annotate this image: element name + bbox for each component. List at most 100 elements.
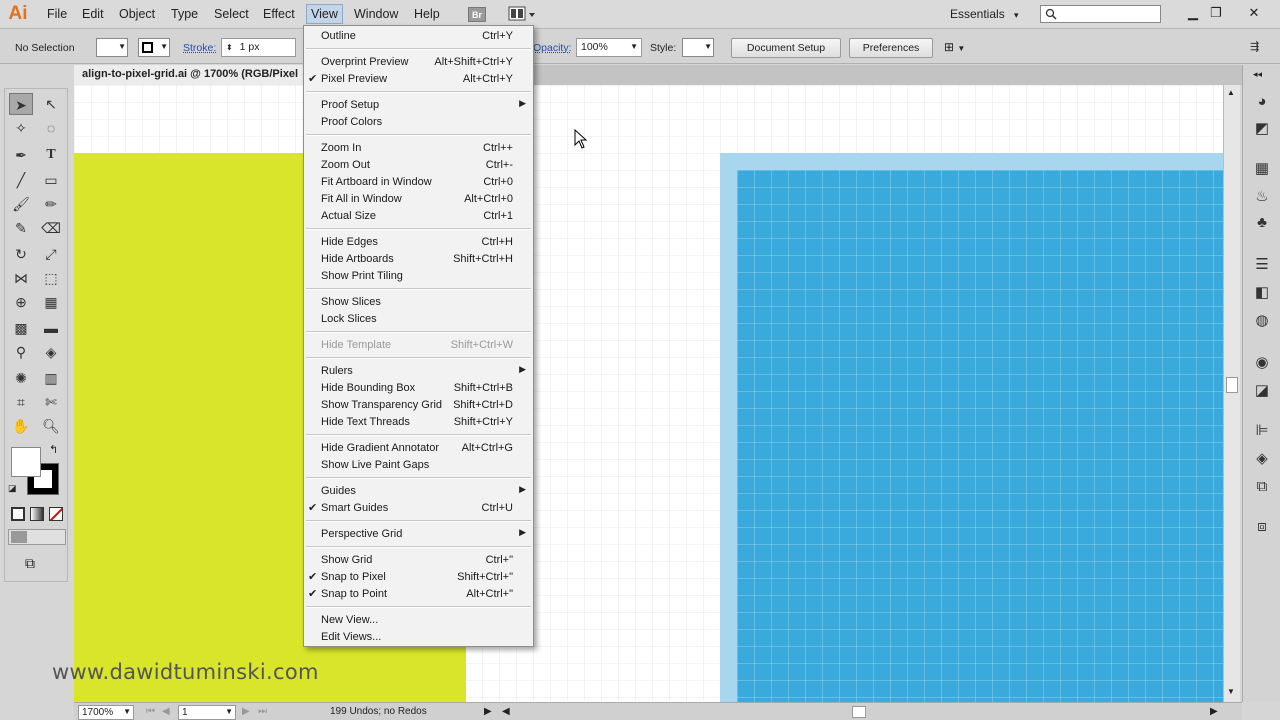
restore-button[interactable]: ❐ <box>1205 3 1227 23</box>
view-menu-item-show-transparency-grid[interactable]: Show Transparency Grid Shift+Ctrl+D <box>304 397 533 414</box>
width-tool-icon[interactable]: ⋈ <box>9 267 33 289</box>
view-menu-item-lock-slices[interactable]: Lock Slices <box>304 311 533 328</box>
stroke-panel-icon[interactable]: ☰ <box>1252 255 1272 275</box>
artboards-panel-icon[interactable]: ⧉ <box>1252 477 1272 497</box>
eraser-tool-icon[interactable]: ⌫ <box>39 217 63 239</box>
preferences-button[interactable]: Preferences <box>849 38 933 58</box>
layers-panel-icon[interactable]: ◈ <box>1252 449 1272 469</box>
symbol-sprayer-tool-icon[interactable]: ✺ <box>9 367 33 389</box>
hand-tool-icon[interactable]: ✋ <box>9 415 33 437</box>
minimize-button[interactable]: ▁ <box>1182 3 1204 23</box>
blob-brush-tool-icon[interactable]: ✎ <box>9 217 33 239</box>
column-graph-tool-icon[interactable]: ▥ <box>39 367 63 389</box>
panel-menu-icon[interactable]: ⇶ <box>1250 40 1259 53</box>
scroll-right-icon[interactable]: ▶ <box>1210 706 1218 717</box>
status-menu-icon[interactable]: ▶ <box>484 706 492 717</box>
view-menu-item-hide-gradient-annotator[interactable]: Hide Gradient Annotator Alt+Ctrl+G <box>304 440 533 457</box>
blue-rectangle-shape[interactable] <box>737 170 1223 702</box>
view-menu-item-fit-artboard-in-window[interactable]: Fit Artboard in Window Ctrl+0 <box>304 174 533 191</box>
stroke-swatch-dropdown[interactable]: ▼ <box>138 38 170 57</box>
color-mode-icon[interactable] <box>11 507 25 521</box>
eyedropper-tool-icon[interactable]: ⚲ <box>9 341 33 363</box>
menu-object[interactable]: Object <box>116 6 158 22</box>
magic-wand-tool-icon[interactable]: ✧ <box>9 117 33 139</box>
menu-help[interactable]: Help <box>411 6 443 22</box>
view-menu-item-proof-setup[interactable]: Proof Setup ▶ <box>304 97 533 114</box>
view-menu-item-outline[interactable]: Outline Ctrl+Y <box>304 28 533 45</box>
scale-tool-icon[interactable]: ⤢ <box>39 243 63 265</box>
close-button[interactable]: ✕ <box>1243 3 1265 23</box>
none-mode-icon[interactable] <box>49 507 63 521</box>
menu-window[interactable]: Window <box>351 6 401 22</box>
last-artboard-icon[interactable]: ⏭ <box>258 706 267 717</box>
view-menu-item-hide-edges[interactable]: Hide Edges Ctrl+H <box>304 234 533 251</box>
workspace-switcher[interactable]: Essentials ▾ <box>950 7 1019 21</box>
scroll-down-icon[interactable]: ▼ <box>1227 687 1235 696</box>
stroke-weight-field[interactable]: ⬍ 1 px <box>221 38 296 57</box>
document-setup-button[interactable]: Document Setup <box>731 38 841 58</box>
opacity-label[interactable]: Opacity: <box>533 42 572 54</box>
opacity-field[interactable]: 100% ▼ <box>576 38 642 57</box>
bridge-button[interactable]: Br <box>468 7 486 22</box>
type-tool-icon[interactable]: T <box>39 144 63 166</box>
swap-colors-icon[interactable]: ↰ <box>49 443 58 456</box>
view-menu-item-actual-size[interactable]: Actual Size Ctrl+1 <box>304 208 533 225</box>
view-menu-item-zoom-in[interactable]: Zoom In Ctrl++ <box>304 140 533 157</box>
rotate-tool-icon[interactable]: ↻ <box>9 243 33 265</box>
blend-tool-icon[interactable]: ◈ <box>39 341 63 363</box>
view-menu-item-fit-all-in-window[interactable]: Fit All in Window Alt+Ctrl+0 <box>304 191 533 208</box>
pen-tool-icon[interactable]: ✒ <box>9 144 33 166</box>
view-menu-item-proof-colors[interactable]: Proof Colors <box>304 114 533 131</box>
menu-view[interactable]: View <box>306 4 343 24</box>
search-input[interactable] <box>1040 5 1161 23</box>
view-menu-item-perspective-grid[interactable]: Perspective Grid ▶ <box>304 526 533 543</box>
zoom-tool-icon[interactable]: 🔍︎ <box>39 415 63 437</box>
artboard-number-field[interactable]: 1 ▼ <box>178 705 236 720</box>
line-tool-icon[interactable]: ╱ <box>9 169 33 191</box>
scroll-left-icon[interactable]: ◀ <box>502 706 510 717</box>
rectangle-tool-icon[interactable]: ▭ <box>39 169 63 191</box>
pathfinder-panel-icon[interactable]: ⧈ <box>1252 517 1272 537</box>
symbols-panel-icon[interactable]: ♣ <box>1252 213 1272 233</box>
arrange-icon[interactable]: ⊞ ▼ <box>944 40 965 54</box>
default-colors-icon[interactable]: ◪ <box>8 483 17 494</box>
color-guide-panel-icon[interactable]: ◩ <box>1252 119 1272 139</box>
menu-file[interactable]: File <box>44 6 70 22</box>
horizontal-scroll-thumb[interactable] <box>852 706 866 718</box>
mesh-tool-icon[interactable]: ▩ <box>9 317 33 339</box>
artboard-tool-icon[interactable]: ⌗ <box>9 391 33 413</box>
menu-edit[interactable]: Edit <box>79 6 107 22</box>
gradient-panel-icon[interactable]: ◧ <box>1252 283 1272 303</box>
pencil-tool-icon[interactable]: ✏ <box>39 193 63 215</box>
view-menu-item-snap-to-point[interactable]: ✔ Snap to Point Alt+Ctrl+" <box>304 586 533 603</box>
gradient-mode-icon[interactable] <box>30 507 44 521</box>
draw-normal-icon[interactable] <box>11 531 27 543</box>
menu-effect[interactable]: Effect <box>260 6 298 22</box>
color-panel-icon[interactable]: ◕ <box>1252 92 1272 112</box>
perspective-grid-tool-icon[interactable]: ▦ <box>39 291 63 313</box>
view-menu-item-rulers[interactable]: Rulers ▶ <box>304 363 533 380</box>
view-menu-item-hide-artboards[interactable]: Hide Artboards Shift+Ctrl+H <box>304 251 533 268</box>
next-artboard-icon[interactable]: ▶ <box>242 706 250 717</box>
view-menu-item-zoom-out[interactable]: Zoom Out Ctrl+- <box>304 157 533 174</box>
slice-tool-icon[interactable]: ✄ <box>39 391 63 413</box>
screen-mode-icon[interactable]: ⧉ <box>25 555 35 572</box>
brushes-panel-icon[interactable]: ♨ <box>1252 187 1272 207</box>
transparency-panel-icon[interactable]: ◍ <box>1252 311 1272 331</box>
stroke-label[interactable]: Stroke: <box>183 42 216 54</box>
view-menu-item-edit-views[interactable]: Edit Views... <box>304 629 533 646</box>
align-panel-icon[interactable]: ⊫ <box>1252 421 1272 441</box>
collapse-panels-icon[interactable]: ◂◂ <box>1253 69 1262 80</box>
scroll-thumb[interactable] <box>1226 377 1238 393</box>
zoom-level-field[interactable]: 1700% ▼ <box>78 705 134 720</box>
direct-selection-tool-icon[interactable]: ↖ <box>39 93 63 115</box>
previous-artboard-icon[interactable]: ◀ <box>162 706 170 717</box>
artboard-canvas[interactable] <box>74 85 1223 702</box>
graphic-styles-panel-icon[interactable]: ◪ <box>1252 381 1272 401</box>
view-menu-item-show-live-paint-gaps[interactable]: Show Live Paint Gaps <box>304 457 533 474</box>
paintbrush-tool-icon[interactable]: 🖌 <box>9 193 33 215</box>
view-menu-item-hide-text-threads[interactable]: Hide Text Threads Shift+Ctrl+Y <box>304 414 533 431</box>
fill-color-icon[interactable] <box>11 447 41 477</box>
view-menu-item-show-slices[interactable]: Show Slices <box>304 294 533 311</box>
arrange-documents-button[interactable] <box>508 6 536 23</box>
